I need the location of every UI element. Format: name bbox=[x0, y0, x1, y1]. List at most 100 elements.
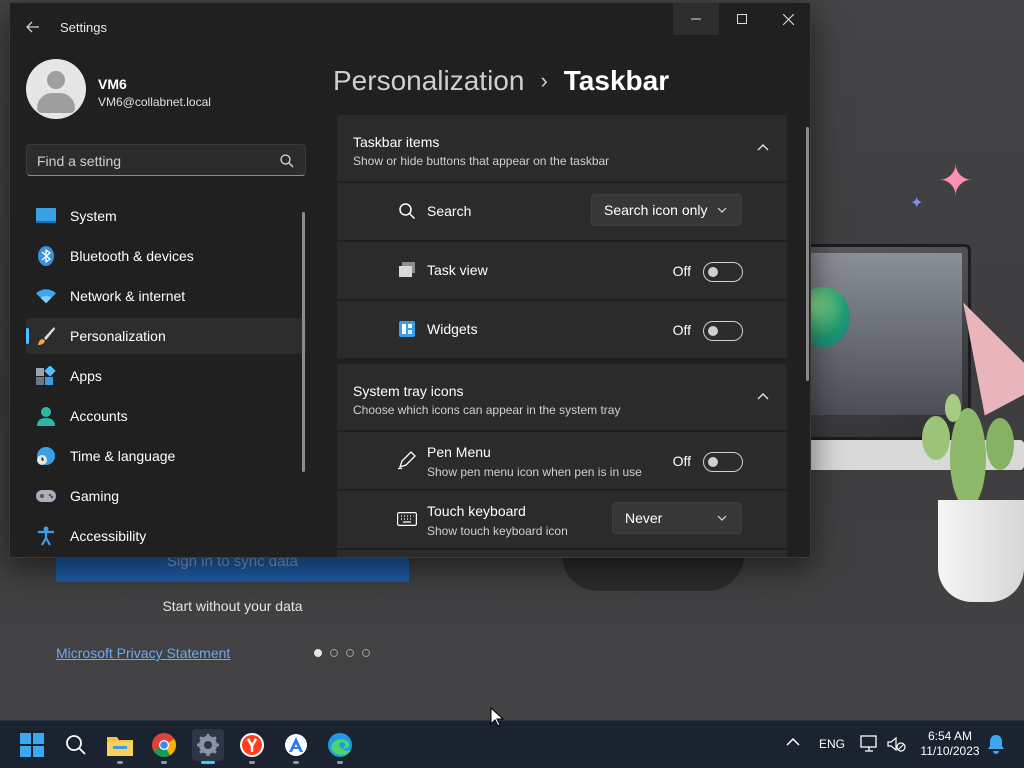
settings-window: Settings VM6 VM6@collabnet.local System … bbox=[9, 2, 811, 558]
start-without-data-link[interactable]: Start without your data bbox=[56, 598, 409, 622]
minimize-button[interactable] bbox=[673, 3, 719, 35]
maximize-button[interactable] bbox=[719, 3, 765, 35]
notification-bell-icon[interactable] bbox=[987, 734, 1005, 754]
section-system-tray-icons[interactable]: System tray icons Choose which icons can… bbox=[337, 364, 787, 430]
chevron-down-icon bbox=[717, 207, 727, 213]
sidebar-item-label: Time & language bbox=[70, 448, 176, 464]
breadcrumb-separator: › bbox=[540, 68, 548, 93]
search-mode-dropdown[interactable]: Search icon only bbox=[591, 194, 742, 226]
search-icon bbox=[397, 201, 417, 221]
arrow-left-icon bbox=[26, 21, 39, 33]
chevron-up-icon[interactable] bbox=[786, 737, 800, 747]
language-indicator[interactable]: ENG bbox=[819, 737, 845, 751]
setting-label: Touch keyboard bbox=[427, 503, 526, 519]
sidebar-item-label: Personalization bbox=[70, 328, 166, 344]
taskbar-edge[interactable] bbox=[324, 729, 356, 764]
system-icon bbox=[36, 206, 56, 226]
setting-row-touch-keyboard: Touch keyboard Show touch keyboard icon … bbox=[337, 491, 787, 548]
pen-menu-toggle[interactable] bbox=[703, 452, 743, 472]
page-dot[interactable] bbox=[330, 649, 338, 657]
app-title: Settings bbox=[60, 20, 107, 35]
find-setting-box[interactable] bbox=[26, 144, 306, 176]
sidebar-item-bluetooth[interactable]: Bluetooth & devices bbox=[26, 238, 306, 274]
taskbar-chrome[interactable] bbox=[148, 729, 180, 764]
network-icon[interactable] bbox=[860, 735, 880, 753]
section-title: System tray icons bbox=[353, 383, 464, 399]
setting-description: Show pen menu icon when pen is in use bbox=[427, 465, 642, 479]
settings-content: Taskbar items Show or hide buttons that … bbox=[337, 115, 787, 557]
user-name: VM6 bbox=[98, 76, 127, 92]
sidebar-nav: System Bluetooth & devices Network & int… bbox=[26, 198, 306, 557]
page-dot[interactable] bbox=[362, 649, 370, 657]
yandex-browser-icon bbox=[240, 733, 264, 757]
sidebar-item-system[interactable]: System bbox=[26, 198, 306, 234]
setting-row-widgets: Widgets Off bbox=[337, 301, 787, 358]
title-bar: Settings bbox=[10, 3, 810, 49]
sidebar-item-apps[interactable]: Apps bbox=[26, 358, 306, 394]
taskbar-yandex[interactable] bbox=[236, 729, 268, 764]
search-icon[interactable] bbox=[279, 153, 295, 169]
section-title: Taskbar items bbox=[353, 134, 440, 150]
page-dot[interactable] bbox=[346, 649, 354, 657]
toggle-state-label: Off bbox=[672, 322, 691, 338]
sidebar-item-accounts[interactable]: Accounts bbox=[26, 398, 306, 434]
close-button[interactable] bbox=[765, 3, 810, 35]
chevron-up-icon[interactable] bbox=[757, 143, 769, 151]
wifi-icon bbox=[36, 286, 56, 306]
section-subtitle: Choose which icons can appear in the sys… bbox=[353, 403, 621, 417]
sidebar-item-network[interactable]: Network & internet bbox=[26, 278, 306, 314]
clock-time: 6:54 AM bbox=[927, 729, 973, 743]
taskbar-search-button[interactable] bbox=[60, 729, 92, 761]
minimize-icon bbox=[691, 18, 701, 20]
content-scrollbar[interactable] bbox=[806, 127, 809, 381]
task-view-toggle[interactable] bbox=[703, 262, 743, 282]
touch-keyboard-dropdown[interactable]: Never bbox=[612, 502, 742, 534]
pot-illustration bbox=[938, 500, 1024, 602]
volume-muted-icon[interactable] bbox=[886, 735, 906, 753]
sidebar-item-accessibility[interactable]: Accessibility bbox=[26, 518, 306, 554]
privacy-statement-link[interactable]: Microsoft Privacy Statement bbox=[56, 645, 230, 661]
settings-icon bbox=[197, 734, 219, 756]
page-dot[interactable] bbox=[314, 649, 322, 657]
widgets-toggle[interactable] bbox=[703, 321, 743, 341]
sidebar-item-label: System bbox=[70, 208, 117, 224]
avatar[interactable] bbox=[26, 59, 86, 119]
pen-icon bbox=[397, 450, 417, 470]
sidebar-scrollbar[interactable] bbox=[302, 212, 305, 472]
setting-row-search: Search Search icon only bbox=[337, 183, 787, 240]
sidebar-item-label: Apps bbox=[70, 368, 102, 384]
search-input[interactable] bbox=[37, 151, 273, 171]
sidebar-item-label: Accounts bbox=[70, 408, 128, 424]
chevron-down-icon bbox=[717, 515, 727, 521]
sidebar-item-personalization[interactable]: Personalization bbox=[26, 318, 306, 354]
sidebar-item-gaming[interactable]: Gaming bbox=[26, 478, 306, 514]
accessibility-icon bbox=[36, 526, 56, 546]
taskbar-app-installer[interactable] bbox=[280, 729, 312, 764]
chevron-up-icon[interactable] bbox=[757, 392, 769, 400]
dropdown-value: Search icon only bbox=[604, 202, 708, 218]
section-subtitle: Show or hide buttons that appear on the … bbox=[353, 154, 610, 168]
mouse-cursor-icon bbox=[490, 707, 504, 727]
taskbar-settings[interactable] bbox=[192, 729, 224, 764]
breadcrumb-parent[interactable]: Personalization bbox=[333, 65, 524, 97]
taskbar-file-explorer[interactable] bbox=[104, 729, 136, 764]
setting-label: Pen Menu bbox=[427, 444, 491, 460]
apps-icon bbox=[36, 366, 56, 386]
page-title: Taskbar bbox=[563, 65, 670, 96]
globe-clock-icon bbox=[36, 446, 56, 466]
setting-row-next bbox=[337, 550, 787, 557]
section-taskbar-items[interactable]: Taskbar items Show or hide buttons that … bbox=[337, 115, 787, 181]
toggle-state-label: Off bbox=[672, 453, 691, 469]
sparkle-small-icon: ✦ bbox=[910, 195, 924, 212]
user-email: VM6@collabnet.local bbox=[98, 95, 211, 109]
sidebar-item-label: Accessibility bbox=[70, 528, 147, 544]
task-view-icon bbox=[397, 260, 417, 280]
toggle-state-label: Off bbox=[672, 263, 691, 279]
start-button[interactable] bbox=[16, 729, 48, 761]
back-button[interactable] bbox=[20, 15, 46, 39]
breadcrumb: Personalization › Taskbar bbox=[333, 61, 669, 101]
sidebar-item-time-language[interactable]: Time & language bbox=[26, 438, 306, 474]
clock[interactable]: 6:54 AM 11/10/2023 bbox=[917, 729, 983, 759]
dropdown-value: Never bbox=[625, 510, 663, 526]
sidebar-item-label: Gaming bbox=[70, 488, 120, 504]
